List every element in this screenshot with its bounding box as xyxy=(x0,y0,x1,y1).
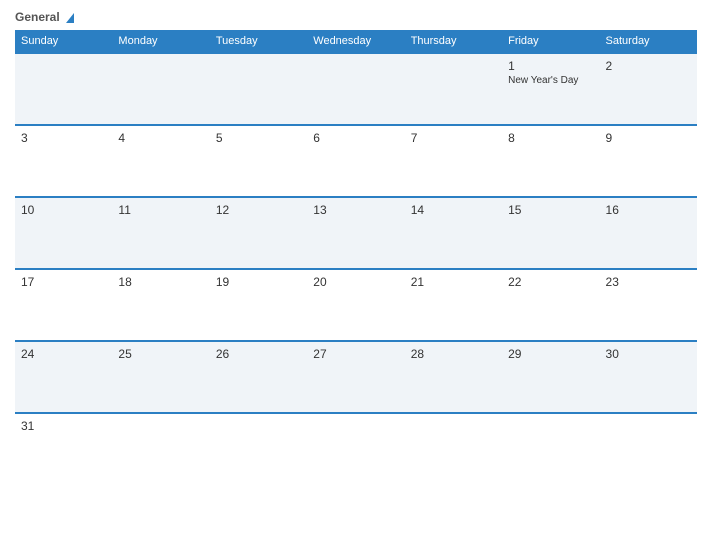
calendar-cell xyxy=(405,53,502,125)
day-number: 3 xyxy=(21,131,106,145)
calendar-week-row: 24 25 26 27 28 29 30 xyxy=(15,341,697,413)
day-number: 16 xyxy=(606,203,691,217)
day-number: 24 xyxy=(21,347,106,361)
day-number: 8 xyxy=(508,131,593,145)
calendar-cell: 20 xyxy=(307,269,404,341)
header-friday: Friday xyxy=(502,30,599,53)
day-number: 14 xyxy=(411,203,496,217)
calendar-cell: 14 xyxy=(405,197,502,269)
calendar-table: Sunday Monday Tuesday Wednesday Thursday… xyxy=(15,30,697,485)
calendar-cell: 21 xyxy=(405,269,502,341)
calendar-cell: 17 xyxy=(15,269,112,341)
month-title xyxy=(74,10,607,12)
day-number: 29 xyxy=(508,347,593,361)
calendar-cell: 10 xyxy=(15,197,112,269)
calendar-cell xyxy=(15,53,112,125)
day-number: 10 xyxy=(21,203,106,217)
calendar-cell: 6 xyxy=(307,125,404,197)
calendar-container: General Sunday Monday Tuesday Wednesday … xyxy=(0,0,712,550)
logo: General xyxy=(15,10,74,24)
day-number: 21 xyxy=(411,275,496,289)
day-number: 15 xyxy=(508,203,593,217)
day-number: 18 xyxy=(118,275,203,289)
holiday-label: New Year's Day xyxy=(508,75,593,86)
calendar-cell xyxy=(112,53,209,125)
day-number: 11 xyxy=(118,203,203,217)
day-number: 20 xyxy=(313,275,398,289)
calendar-cell xyxy=(112,413,209,485)
calendar-cell xyxy=(210,53,307,125)
calendar-cell: 15 xyxy=(502,197,599,269)
day-number: 17 xyxy=(21,275,106,289)
calendar-week-row: 3456789 xyxy=(15,125,697,197)
day-number: 19 xyxy=(216,275,301,289)
header-wednesday: Wednesday xyxy=(307,30,404,53)
country-name xyxy=(607,10,697,16)
calendar-cell: 3 xyxy=(15,125,112,197)
header-saturday: Saturday xyxy=(600,30,697,53)
calendar-cell: 29 xyxy=(502,341,599,413)
calendar-cell: 18 xyxy=(112,269,209,341)
calendar-cell: 4 xyxy=(112,125,209,197)
day-number: 25 xyxy=(118,347,203,361)
calendar-cell: 30 xyxy=(600,341,697,413)
weekday-header-row: Sunday Monday Tuesday Wednesday Thursday… xyxy=(15,30,697,53)
calendar-cell: 5 xyxy=(210,125,307,197)
calendar-cell: 9 xyxy=(600,125,697,197)
calendar-cell: 1 New Year's Day xyxy=(502,53,599,125)
calendar-week-row: 1 New Year's Day 2 xyxy=(15,53,697,125)
day-number: 13 xyxy=(313,203,398,217)
header-monday: Monday xyxy=(112,30,209,53)
header-thursday: Thursday xyxy=(405,30,502,53)
calendar-cell: 13 xyxy=(307,197,404,269)
calendar-cell: 11 xyxy=(112,197,209,269)
calendar-cell: 28 xyxy=(405,341,502,413)
logo-general-text: General xyxy=(15,10,74,24)
day-number: 1 xyxy=(508,59,593,73)
day-number: 5 xyxy=(216,131,301,145)
calendar-week-row: 17 18 19 20 21 22 23 xyxy=(15,269,697,341)
calendar-cell xyxy=(600,413,697,485)
calendar-cell xyxy=(307,413,404,485)
calendar-cell xyxy=(210,413,307,485)
day-number: 9 xyxy=(606,131,691,145)
day-number: 6 xyxy=(313,131,398,145)
calendar-cell: 2 xyxy=(600,53,697,125)
calendar-cell xyxy=(502,413,599,485)
calendar-cell: 27 xyxy=(307,341,404,413)
day-number: 23 xyxy=(606,275,691,289)
calendar-week-row: 10 11 12 13 14 15 16 xyxy=(15,197,697,269)
calendar-cell: 26 xyxy=(210,341,307,413)
day-number: 12 xyxy=(216,203,301,217)
calendar-cell: 25 xyxy=(112,341,209,413)
day-number: 27 xyxy=(313,347,398,361)
calendar-header: General xyxy=(15,10,697,24)
day-number: 31 xyxy=(21,419,106,433)
calendar-cell: 8 xyxy=(502,125,599,197)
calendar-cell: 7 xyxy=(405,125,502,197)
calendar-cell: 31 xyxy=(15,413,112,485)
calendar-cell: 12 xyxy=(210,197,307,269)
logo-triangle-icon xyxy=(66,13,74,23)
header-sunday: Sunday xyxy=(15,30,112,53)
day-number: 7 xyxy=(411,131,496,145)
calendar-cell: 23 xyxy=(600,269,697,341)
calendar-cell xyxy=(405,413,502,485)
day-number: 22 xyxy=(508,275,593,289)
day-number: 26 xyxy=(216,347,301,361)
calendar-cell: 19 xyxy=(210,269,307,341)
day-number: 2 xyxy=(606,59,691,73)
day-number: 28 xyxy=(411,347,496,361)
day-number: 4 xyxy=(118,131,203,145)
day-number: 30 xyxy=(606,347,691,361)
calendar-cell: 24 xyxy=(15,341,112,413)
calendar-cell xyxy=(307,53,404,125)
calendar-cell: 16 xyxy=(600,197,697,269)
calendar-cell: 22 xyxy=(502,269,599,341)
calendar-week-row: 31 xyxy=(15,413,697,485)
header-tuesday: Tuesday xyxy=(210,30,307,53)
